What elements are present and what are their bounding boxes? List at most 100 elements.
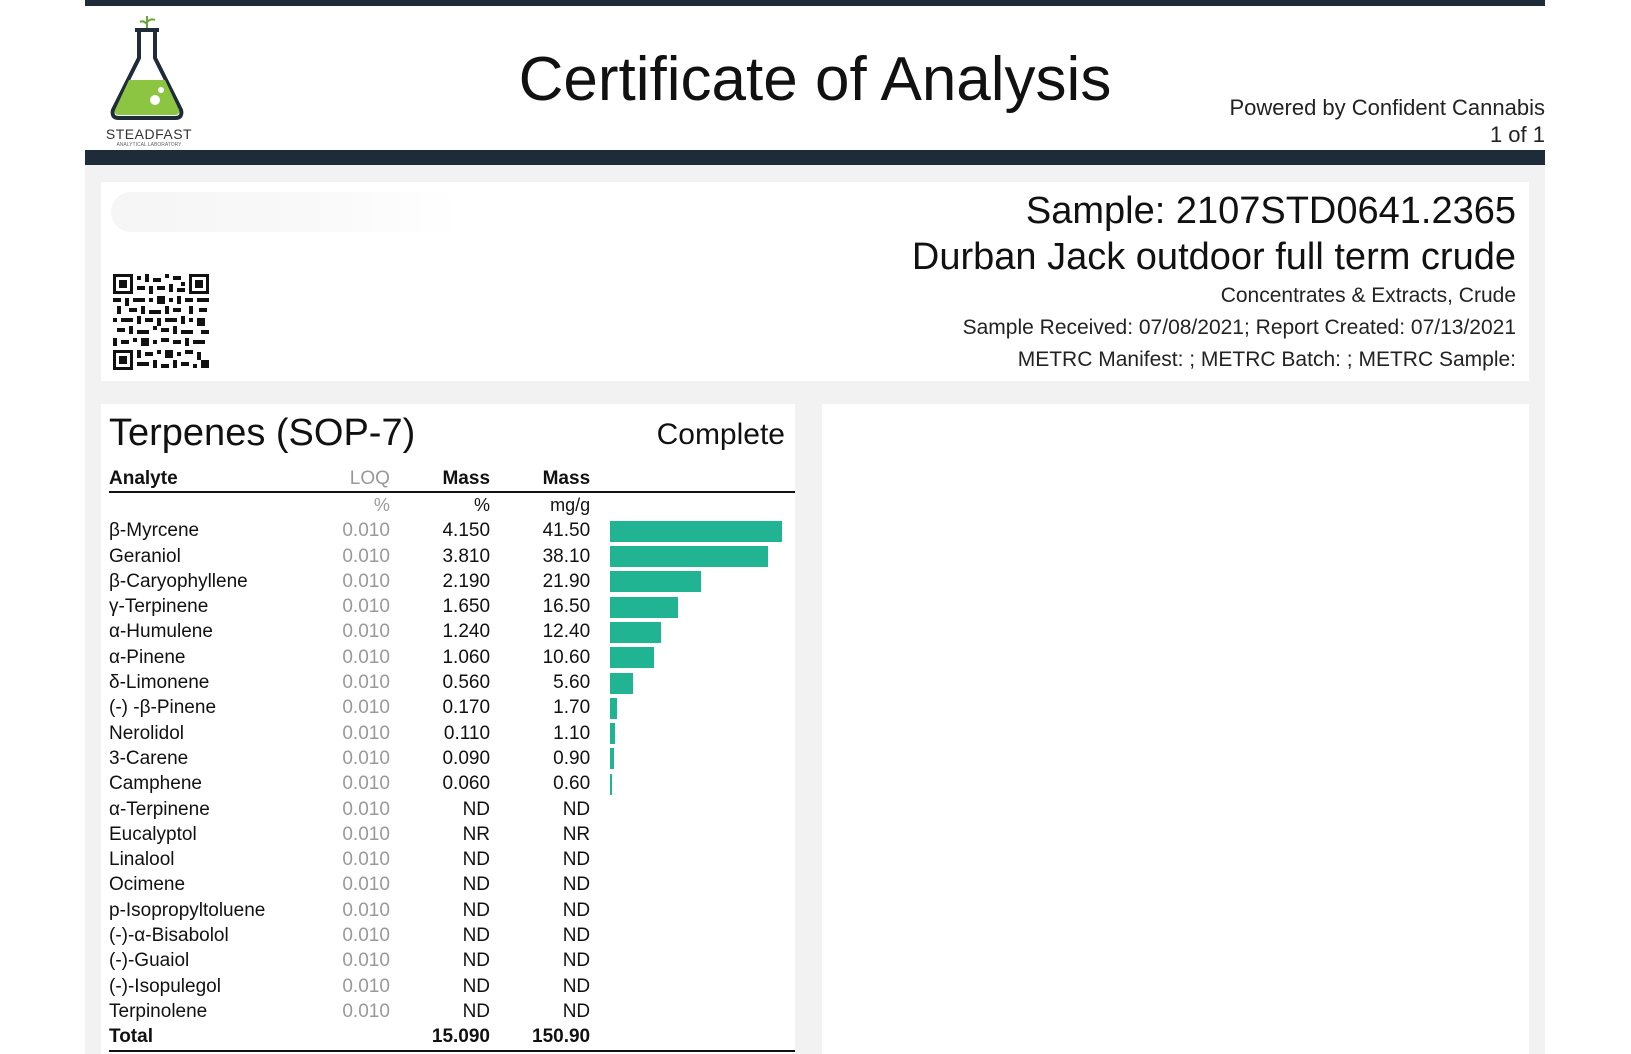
analyte-cell: Geraniol [109, 545, 181, 567]
mass-bar [610, 621, 662, 643]
mass-pct-cell: ND [462, 874, 491, 896]
table-row: (-)-Isopulegol 0.010 ND ND [109, 974, 795, 999]
total-pct: 15.090 [389, 1024, 491, 1052]
mass-bar [610, 723, 616, 745]
col-loq: LOQ [314, 466, 390, 494]
powered-by: Powered by Confident Cannabis 1 of 1 [1229, 94, 1545, 148]
mass-pct-cell: ND [462, 1000, 491, 1022]
loq-cell: 0.010 [342, 849, 390, 871]
table-row: γ-Terpinene 0.010 1.650 16.50 [109, 594, 795, 619]
loq-cell: 0.010 [342, 950, 390, 972]
terpenes-panel: Terpenes (SOP-7) Complete Analyte LOQ Ma… [101, 404, 795, 1054]
analyte-cell: β-Myrcene [109, 520, 200, 542]
table-row: 3-Carene 0.010 0.090 0.90 [109, 746, 795, 771]
qr-code-icon [113, 274, 209, 370]
mass-pct-cell: ND [462, 924, 491, 946]
mass-pct-cell: ND [462, 899, 491, 921]
mass-bar [610, 647, 655, 669]
mass-pct-cell: ND [462, 798, 491, 820]
mass-pct-cell: 0.060 [442, 773, 491, 795]
analyte-cell: (-)-Isopulegol [109, 975, 221, 997]
header: STEADFAST ANALYTICAL LABORATORY Certific… [85, 6, 1545, 152]
mass-mg-cell: ND [562, 798, 591, 820]
col-mass-pct: Mass [389, 466, 491, 494]
table-row: Nerolidol 0.010 0.110 1.10 [109, 721, 795, 746]
analyte-cell: Ocimene [109, 874, 186, 896]
analyte-cell: Nerolidol [109, 722, 184, 744]
units-row: % % mg/g [109, 492, 795, 518]
sample-dates: Sample Received: 07/08/2021; Report Crea… [962, 316, 1516, 339]
powered-by-text: Powered by Confident Cannabis [1229, 95, 1545, 120]
analyte-cell: 3-Carene [109, 747, 189, 769]
analyte-cell: p-Isopropyltoluene [109, 899, 266, 921]
sample-details: Sample: 2107STD0641.2365 Durban Jack out… [912, 188, 1516, 376]
mass-bar [610, 571, 702, 593]
total-bar [590, 1024, 795, 1052]
mass-mg-cell: 1.10 [553, 722, 591, 744]
mass-bar [610, 773, 613, 795]
mass-pct-cell: NR [462, 823, 491, 845]
table-body: % % mg/g β-Myrcene 0.010 4.150 41.50 Geranio… [109, 492, 795, 1052]
table-row: β-Caryophyllene 0.010 2.190 21.90 [109, 569, 795, 594]
table-row: Geraniol 0.010 3.810 38.10 [109, 544, 795, 569]
mass-mg-cell: 1.70 [553, 697, 591, 719]
mass-pct-cell: 3.810 [442, 545, 491, 567]
loq-cell: 0.010 [342, 596, 390, 618]
col-mass-mg: Mass [490, 466, 591, 494]
loq-cell: 0.010 [342, 545, 390, 567]
loq-cell: 0.010 [342, 621, 390, 643]
mass-pct-cell: 0.110 [443, 722, 491, 744]
loq-cell: 0.010 [342, 975, 390, 997]
mass-pct-cell: ND [462, 950, 491, 972]
loq-cell: 0.010 [342, 747, 390, 769]
table-row: Terpinolene 0.010 ND ND [109, 999, 795, 1024]
loq-cell: 0.010 [342, 823, 390, 845]
header-bar [85, 150, 1545, 165]
unit-pct: % [474, 495, 491, 516]
total-mg: 150.90 [490, 1024, 591, 1052]
mass-mg-cell: ND [562, 899, 591, 921]
mass-mg-cell: NR [562, 823, 591, 845]
table-row: β-Myrcene 0.010 4.150 41.50 [109, 519, 795, 544]
mass-pct-cell: 0.170 [442, 697, 491, 719]
table-row: α-Humulene 0.010 1.240 12.40 [109, 620, 795, 645]
redacted-client-info [111, 192, 461, 232]
mass-pct-cell: 0.090 [442, 747, 491, 769]
logo-subtitle: ANALYTICAL LABORATORY [116, 142, 182, 148]
page-number: 1 of 1 [1489, 122, 1545, 147]
mass-mg-cell: ND [562, 1000, 591, 1022]
empty-panel [822, 404, 1529, 1054]
table-row: δ-Limonene 0.010 0.560 5.60 [109, 670, 795, 695]
loq-cell: 0.010 [342, 773, 390, 795]
total-label: Total [109, 1024, 315, 1052]
loq-cell: 0.010 [342, 899, 390, 921]
mass-bar [610, 672, 634, 694]
analyte-cell: Eucalyptol [109, 823, 197, 845]
mass-pct-cell: 0.560 [442, 672, 491, 694]
mass-mg-cell: 41.50 [542, 520, 591, 542]
loq-cell: 0.010 [342, 722, 390, 744]
sample-name: Durban Jack outdoor full term crude [911, 236, 1516, 278]
table-row: p-Isopropyltoluene 0.010 ND ND [109, 898, 795, 923]
analyte-cell: δ-Limonene [109, 672, 210, 694]
mass-bar [610, 697, 618, 719]
table-row: (-)-α-Bisabolol 0.010 ND ND [109, 923, 795, 948]
mass-mg-cell: 0.90 [553, 747, 591, 769]
loq-cell: 0.010 [342, 697, 390, 719]
mass-mg-cell: ND [562, 975, 591, 997]
mass-pct-cell: 4.150 [442, 520, 491, 542]
mass-pct-cell: 1.650 [442, 596, 491, 618]
table-row: Ocimene 0.010 ND ND [109, 873, 795, 898]
mass-mg-cell: ND [562, 849, 591, 871]
total-row: Total 15.090 150.90 [109, 1024, 795, 1052]
mass-mg-cell: 12.40 [542, 621, 591, 643]
mass-mg-cell: 21.90 [542, 570, 591, 592]
mass-bar [610, 546, 769, 568]
logo-name: STEADFAST [105, 126, 193, 142]
analyte-cell: (-)-α-Bisabolol [109, 924, 229, 946]
loq-cell: 0.010 [342, 924, 390, 946]
analyte-cell: Terpinolene [109, 1000, 208, 1022]
mass-pct-cell: 1.060 [442, 646, 491, 668]
table-row: Linalool 0.010 ND ND [109, 847, 795, 872]
col-bar [590, 466, 795, 494]
